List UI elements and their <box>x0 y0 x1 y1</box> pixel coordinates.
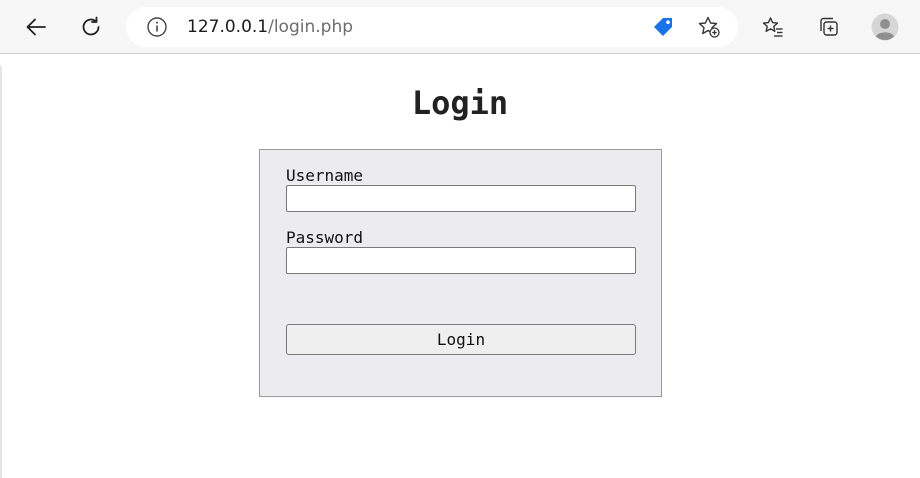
profile-button[interactable] <box>867 9 903 45</box>
url-path: /login.php <box>268 17 354 37</box>
address-url[interactable]: 127.0.0.1/login.php <box>187 16 353 38</box>
favorites-icon <box>762 17 783 37</box>
page-title: Login <box>411 84 509 122</box>
coupon-tag-button[interactable] <box>651 16 675 44</box>
add-favorite-icon <box>698 16 720 38</box>
site-info-button[interactable] <box>146 16 168 42</box>
collections-icon <box>820 17 838 36</box>
browser-toolbar: 127.0.0.1/login.php <box>0 0 920 54</box>
password-label: Password <box>286 228 364 247</box>
login-button[interactable]: Login <box>286 324 636 355</box>
profile-avatar-icon <box>871 13 899 41</box>
url-host: 127.0.0.1 <box>187 17 269 37</box>
price-tag-icon <box>654 18 672 36</box>
refresh-icon <box>82 16 100 36</box>
back-arrow-icon <box>26 18 46 36</box>
favorites-button[interactable] <box>755 9 791 45</box>
info-icon <box>147 17 167 37</box>
page-left-edge <box>0 66 2 478</box>
password-input[interactable] <box>286 247 636 274</box>
username-label: Username <box>286 166 364 185</box>
login-form: Username Password Login <box>259 149 662 397</box>
collections-button[interactable] <box>811 9 847 45</box>
address-bar[interactable]: 127.0.0.1/login.php <box>126 7 738 47</box>
add-favorite-button[interactable] <box>697 15 721 43</box>
back-button[interactable] <box>18 9 54 45</box>
refresh-button[interactable] <box>73 9 109 45</box>
username-input[interactable] <box>286 185 636 212</box>
